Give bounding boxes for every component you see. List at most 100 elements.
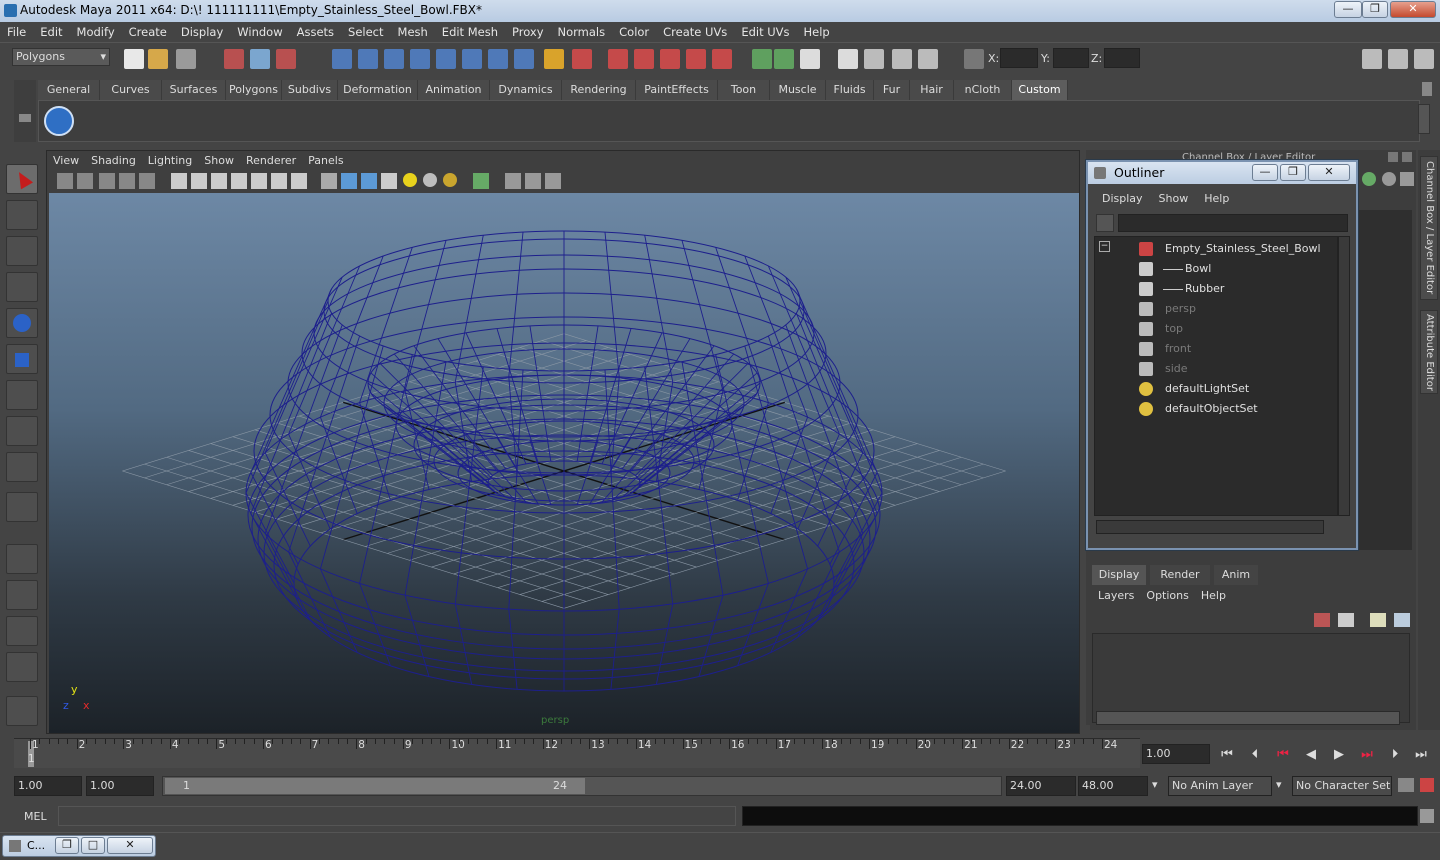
restore-button[interactable]: ❐ bbox=[55, 837, 79, 854]
menu-create[interactable]: Create bbox=[122, 22, 174, 42]
shelf-tab-general[interactable]: General bbox=[38, 80, 100, 100]
snap-view-plane-icon[interactable] bbox=[410, 49, 430, 69]
shelf-tab-polygons[interactable]: Polygons bbox=[226, 80, 282, 100]
range-slider-handle[interactable]: 1 24 bbox=[165, 778, 585, 794]
y-field[interactable] bbox=[1053, 48, 1089, 68]
anim-layer-dropdown-arrow[interactable]: ▾ bbox=[1152, 778, 1158, 791]
shelf-tab-dynamics[interactable]: Dynamics bbox=[490, 80, 562, 100]
menu-assets[interactable]: Assets bbox=[290, 22, 341, 42]
single-perspective-layout-icon[interactable] bbox=[6, 544, 38, 574]
shelf-tab-animation[interactable]: Animation bbox=[418, 80, 490, 100]
paint-icon[interactable] bbox=[864, 49, 884, 69]
outliner-horizontal-scrollbar[interactable] bbox=[1096, 520, 1324, 534]
render-frame-icon[interactable] bbox=[634, 49, 654, 69]
menu-set-dropdown[interactable]: Polygons ▾ bbox=[12, 48, 110, 66]
range-slider[interactable]: 1 24 bbox=[162, 776, 1002, 796]
xray-components-icon[interactable] bbox=[545, 173, 561, 189]
ipr-render-icon[interactable] bbox=[660, 49, 680, 69]
shelf-tab-toon[interactable]: Toon bbox=[718, 80, 770, 100]
new-layer-from-selection-icon[interactable] bbox=[1338, 613, 1354, 627]
wireframe-shading-icon[interactable] bbox=[321, 173, 337, 189]
selected-lights-icon[interactable] bbox=[443, 173, 457, 187]
outliner-item[interactable]: defaultObjectSet bbox=[1095, 399, 1335, 419]
go-to-start-icon[interactable]: ⏮ bbox=[1216, 746, 1238, 764]
sculpt-icon[interactable] bbox=[918, 49, 938, 69]
current-time-field[interactable]: 1.00 bbox=[1142, 744, 1210, 764]
play-forward-icon[interactable]: ▶ bbox=[1328, 746, 1350, 764]
layer-menu-layers[interactable]: Layers bbox=[1092, 587, 1140, 605]
camera-attributes-icon[interactable] bbox=[77, 173, 93, 189]
layer-menu-help[interactable]: Help bbox=[1195, 587, 1232, 605]
menu-modify[interactable]: Modify bbox=[70, 22, 122, 42]
render-view-icon[interactable] bbox=[608, 49, 628, 69]
maximize-minimized-button[interactable]: □ bbox=[81, 837, 105, 854]
shelf-tab-deformation[interactable]: Deformation bbox=[338, 80, 418, 100]
outliner-item[interactable]: front bbox=[1095, 339, 1335, 359]
step-forward-key-icon[interactable]: ⏭ bbox=[1356, 746, 1378, 764]
open-scene-icon[interactable] bbox=[148, 49, 168, 69]
bookmarks-icon[interactable] bbox=[99, 173, 115, 189]
dock-float-icon[interactable] bbox=[1388, 152, 1398, 162]
anim-layer-dropdown[interactable]: No Anim Layer bbox=[1168, 776, 1272, 796]
channel-box-icon-2[interactable] bbox=[1382, 172, 1396, 186]
playback-start-field[interactable]: 1.00 bbox=[86, 776, 154, 796]
outliner-menu-help[interactable]: Help bbox=[1196, 190, 1237, 208]
universal-manipulator-icon[interactable] bbox=[6, 380, 38, 410]
z-field[interactable] bbox=[1104, 48, 1140, 68]
four-view-layout-icon[interactable] bbox=[6, 580, 38, 610]
camera-select-icon[interactable] bbox=[57, 173, 73, 189]
layer-menu-options[interactable]: Options bbox=[1140, 587, 1194, 605]
layer-scrollbar[interactable] bbox=[1096, 711, 1400, 725]
soft-modification-icon[interactable] bbox=[6, 416, 38, 446]
outliner-item[interactable]: Empty_Stainless_Steel_Bowl bbox=[1095, 239, 1335, 259]
show-manipulator-icon[interactable] bbox=[6, 452, 38, 482]
outliner-item[interactable]: top bbox=[1095, 319, 1335, 339]
new-layer-icon[interactable] bbox=[1314, 613, 1330, 627]
persp-outliner-layout-icon[interactable] bbox=[6, 616, 38, 646]
go-to-end-icon[interactable]: ⏭ bbox=[1410, 746, 1432, 764]
outliner-item[interactable]: persp bbox=[1095, 299, 1335, 319]
select-component-icon[interactable] bbox=[276, 49, 296, 69]
snap-live-icon[interactable] bbox=[436, 49, 456, 69]
show-tool-settings-icon[interactable] bbox=[1414, 49, 1434, 69]
hypergraph-layout-icon[interactable] bbox=[6, 696, 38, 726]
render-settings-icon[interactable] bbox=[686, 49, 706, 69]
channel-box-icon-3[interactable] bbox=[1400, 172, 1414, 186]
shelf-tab-subdivs[interactable]: Subdivs bbox=[282, 80, 338, 100]
channel-box-icon[interactable] bbox=[1362, 172, 1376, 186]
last-tool-icon[interactable] bbox=[6, 492, 38, 522]
shelf-tab-custom[interactable]: Custom bbox=[1012, 80, 1068, 100]
lasso-tool-icon[interactable] bbox=[6, 200, 38, 230]
shelf-tab-muscle[interactable]: Muscle bbox=[770, 80, 826, 100]
character-set-dropdown-arrow[interactable]: ▾ bbox=[1276, 778, 1282, 791]
shelf-tab-surfaces[interactable]: Surfaces bbox=[162, 80, 226, 100]
play-backward-icon[interactable]: ◀ bbox=[1300, 746, 1322, 764]
character-set-dropdown[interactable]: No Character Set bbox=[1292, 776, 1392, 796]
show-attribute-editor-icon[interactable] bbox=[1388, 49, 1408, 69]
menu-window[interactable]: Window bbox=[230, 22, 289, 42]
shelf-tab-curves[interactable]: Curves bbox=[100, 80, 162, 100]
outliner-minimize-button[interactable]: — bbox=[1252, 164, 1278, 181]
menu-color[interactable]: Color bbox=[612, 22, 656, 42]
layer-down-icon[interactable] bbox=[1394, 613, 1410, 627]
close-minimized-button[interactable]: ✕ bbox=[107, 837, 153, 854]
outliner-item[interactable]: defaultLightSet bbox=[1095, 379, 1335, 399]
absolute-transform-icon[interactable] bbox=[964, 49, 984, 69]
menu-normals[interactable]: Normals bbox=[551, 22, 613, 42]
shelf-tab-rendering[interactable]: Rendering bbox=[562, 80, 636, 100]
minimize-button[interactable]: — bbox=[1334, 1, 1362, 18]
perspective-viewport[interactable]: y x z persp bbox=[49, 193, 1079, 733]
step-back-frame-icon[interactable]: ⏴ bbox=[1244, 746, 1266, 764]
layer-tab-display[interactable]: Display bbox=[1092, 565, 1146, 585]
command-input[interactable] bbox=[58, 806, 736, 826]
xray-icon[interactable] bbox=[505, 173, 521, 189]
render-region-icon[interactable] bbox=[838, 49, 858, 69]
save-scene-icon[interactable] bbox=[176, 49, 196, 69]
menu-edit[interactable]: Edit bbox=[33, 22, 69, 42]
outliner-item[interactable]: Rubber bbox=[1095, 279, 1335, 299]
hypershade-icon[interactable] bbox=[712, 49, 732, 69]
viewport-menu-renderer[interactable]: Renderer bbox=[240, 151, 302, 171]
end-time-field[interactable]: 48.00 bbox=[1078, 776, 1148, 796]
shelf-menu-icon[interactable] bbox=[19, 114, 31, 122]
field-chart-icon[interactable] bbox=[251, 173, 267, 189]
